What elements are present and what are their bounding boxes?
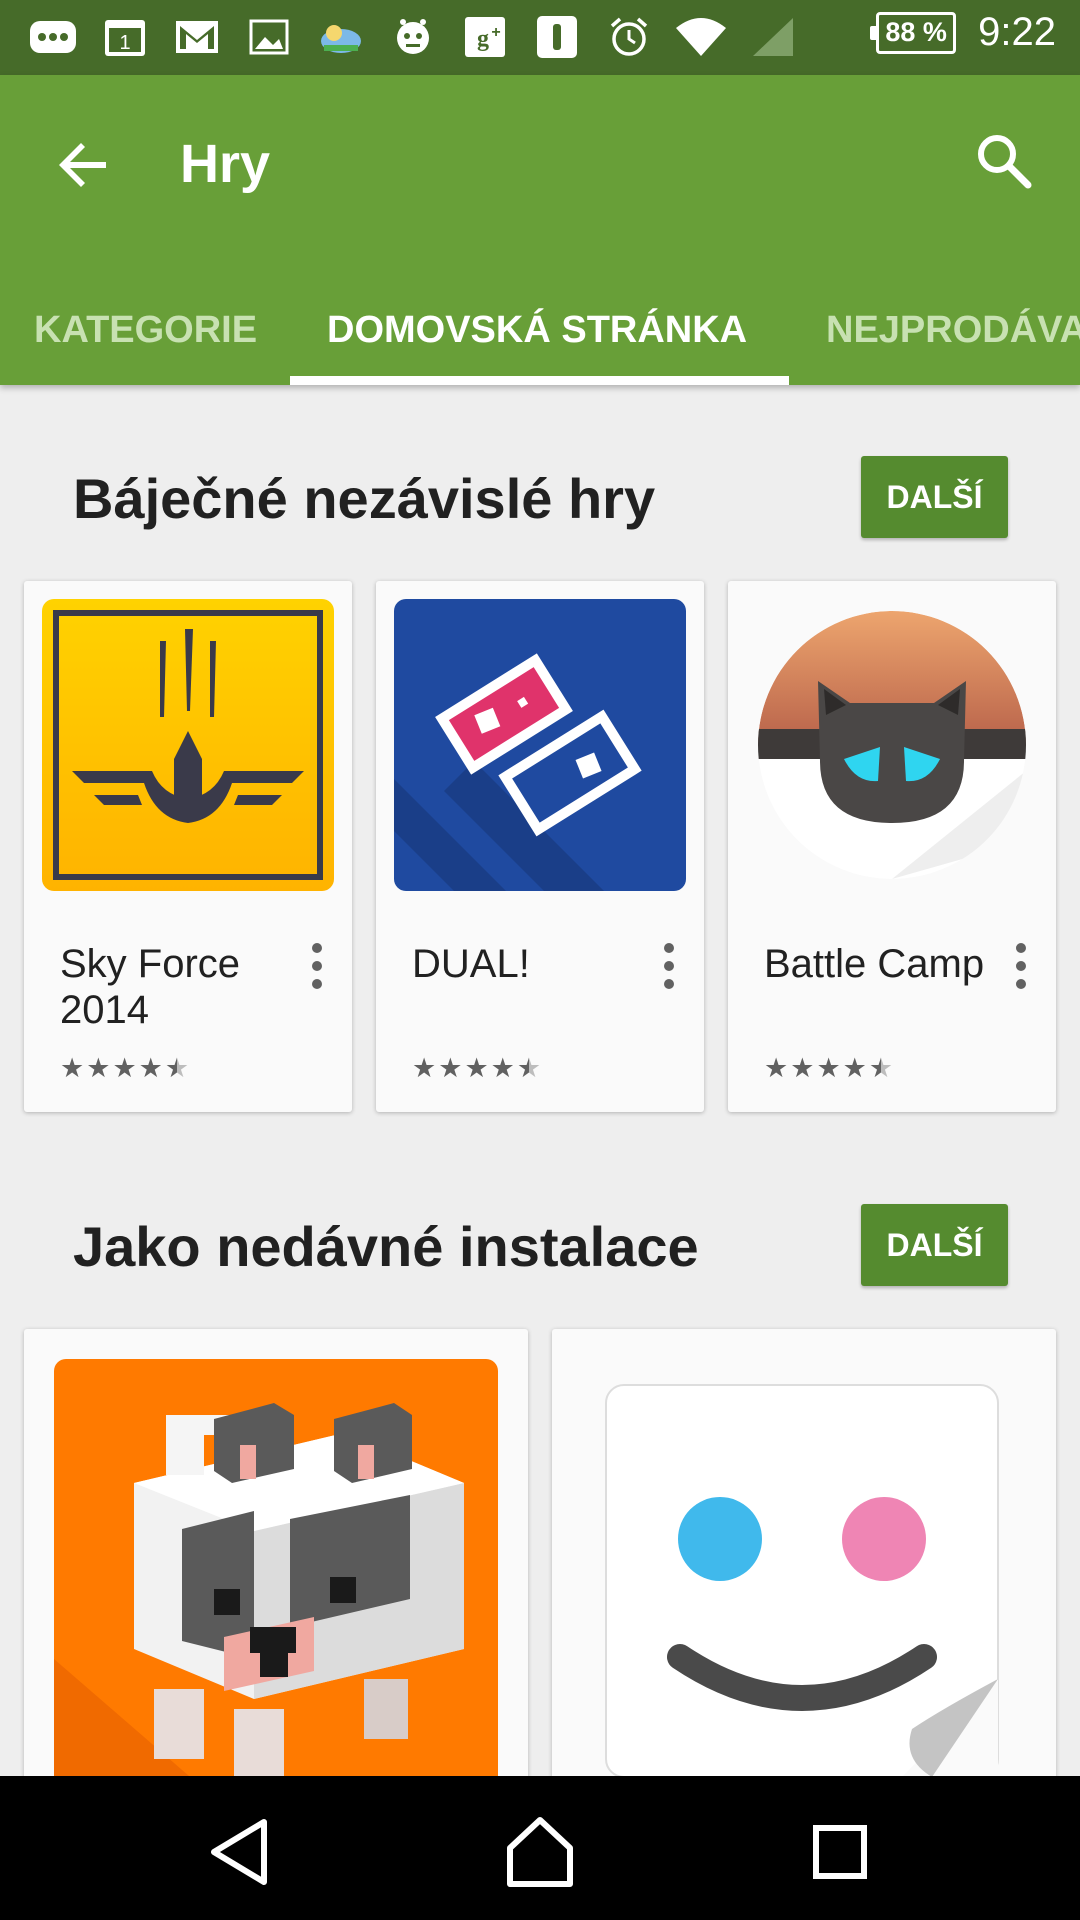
star-icon: ★ — [112, 1053, 137, 1083]
half-star-icon: ★ — [164, 1053, 190, 1083]
app-card[interactable] — [24, 1329, 528, 1789]
square-recents-icon — [813, 1825, 867, 1879]
battery-indicator: 88 % — [870, 11, 957, 54]
more-button[interactable]: DALŠÍ — [861, 1204, 1008, 1286]
tab-nejprodavanejsi[interactable]: NEJPRODÁVA — [826, 275, 1080, 385]
star-icon: ★ — [86, 1053, 111, 1083]
status-bar: 1 g + 88 % 9:22 — [0, 0, 1080, 75]
star-icon: ★ — [490, 1053, 515, 1083]
rating-stars: ★ ★ ★ ★ ★ — [412, 1053, 541, 1084]
nav-back-button[interactable] — [200, 1812, 280, 1892]
wifi-icon — [676, 14, 726, 60]
app-name: DUAL! — [412, 942, 530, 986]
signal-icon — [748, 14, 798, 60]
app-name: Battle Camp — [764, 942, 985, 986]
star-icon: ★ — [816, 1053, 841, 1083]
half-star-icon: ★ — [516, 1053, 542, 1083]
search-icon — [978, 135, 1032, 189]
star-icon: ★ — [138, 1053, 163, 1083]
more-options-icon[interactable] — [654, 941, 684, 991]
star-icon: ★ — [412, 1053, 437, 1083]
triangle-back-icon — [211, 1819, 267, 1885]
more-button[interactable]: DALŠÍ — [861, 456, 1008, 538]
app-name: Sky Force 2014 — [60, 942, 241, 1032]
more-options-icon[interactable] — [302, 941, 332, 991]
google-plus-icon: g + — [460, 14, 510, 60]
dual-app-icon — [394, 599, 686, 891]
app-card-battle-camp[interactable]: Battle Camp ★ ★ ★ ★ ★ — [728, 581, 1056, 1112]
star-icon: ★ — [438, 1053, 463, 1083]
section-title: Báječné nezávislé hry — [73, 467, 656, 530]
more-options-icon[interactable] — [1006, 941, 1036, 991]
nav-home-button[interactable] — [500, 1812, 580, 1892]
svg-text:g: g — [477, 26, 489, 52]
tab-kategorie[interactable]: KATEGORIE — [34, 275, 257, 385]
svg-text:1: 1 — [119, 32, 130, 54]
page-title: Hry — [180, 134, 271, 194]
tab-domovska-stranka[interactable]: DOMOVSKÁ STRÁNKA — [327, 275, 747, 385]
section-title: Jako nedávné instalace — [73, 1215, 699, 1278]
messages-icon — [28, 14, 78, 60]
smiley-app-icon — [602, 1379, 1002, 1789]
navigation-bar — [0, 1776, 1080, 1920]
app-card[interactable] — [552, 1329, 1056, 1789]
clock: 9:22 — [978, 10, 1056, 54]
sky-force-app-icon — [42, 599, 334, 891]
arrow-back-icon — [59, 143, 106, 187]
weather-icon — [316, 14, 366, 60]
star-icon: ★ — [60, 1053, 85, 1083]
star-icon: ★ — [842, 1053, 867, 1083]
gmail-icon — [172, 14, 222, 60]
star-icon: ★ — [464, 1053, 489, 1083]
tab-indicator — [290, 376, 789, 385]
home-icon — [507, 1817, 573, 1887]
star-icon: ★ — [764, 1053, 789, 1083]
nav-recents-button[interactable] — [800, 1812, 880, 1892]
app-card-sky-force[interactable]: Sky Force 2014 ★ ★ ★ ★ ★ — [24, 581, 352, 1112]
back-button[interactable] — [52, 133, 116, 197]
rating-stars: ★ ★ ★ ★ ★ — [60, 1053, 189, 1084]
app-icon — [532, 14, 582, 60]
robot-icon — [388, 14, 438, 60]
cube-dog-app-icon — [54, 1359, 498, 1789]
tab-bar: KATEGORIE DOMOVSKÁ STRÁNKA NEJPRODÁVA — [0, 275, 1080, 385]
half-star-icon: ★ — [868, 1053, 894, 1083]
svg-text:+: + — [491, 24, 500, 41]
rating-stars: ★ ★ ★ ★ ★ — [764, 1053, 893, 1084]
star-icon: ★ — [790, 1053, 815, 1083]
alarm-icon — [604, 14, 654, 60]
calendar-icon: 1 — [100, 14, 150, 60]
search-button[interactable] — [972, 129, 1036, 193]
app-bar: Hry KATEGORIE DOMOVSKÁ STRÁNKA NEJPRODÁV… — [0, 75, 1080, 385]
gallery-icon — [244, 14, 294, 60]
app-card-dual[interactable]: DUAL! ★ ★ ★ ★ ★ — [376, 581, 704, 1112]
battle-camp-app-icon — [758, 611, 1026, 879]
